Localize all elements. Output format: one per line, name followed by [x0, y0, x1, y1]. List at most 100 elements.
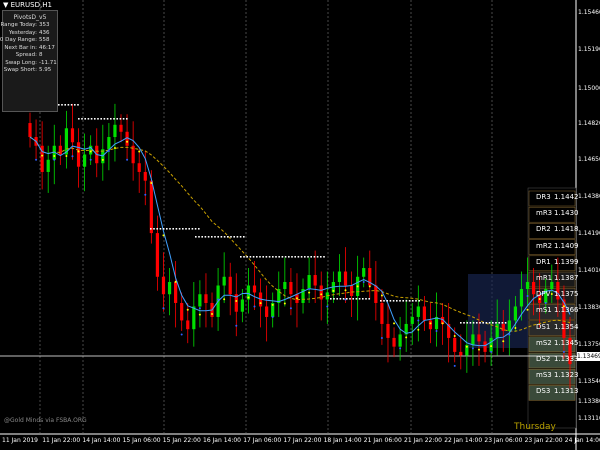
resistance-dot [392, 300, 395, 302]
resistance-dot [211, 236, 213, 238]
pivot-info-label: 30 Day Range: [0, 37, 37, 43]
time-axis-label: 16 Jan 14:00 [203, 437, 241, 444]
price-axis-label: 1.13110 [578, 415, 600, 422]
resistance-dot [383, 300, 385, 302]
pivot-level-label: mR3 [536, 209, 553, 218]
resistance-dot [119, 118, 122, 120]
pivot-level-label: mS3 [536, 371, 552, 380]
signal-dot [235, 300, 238, 303]
candle-body [192, 306, 196, 330]
resistance-dot [386, 300, 388, 302]
time-axis-label: 15 Jan 06:00 [122, 437, 161, 444]
pivot-info-value: 5.95 [39, 67, 52, 73]
pivot-level-value: 1.1366 [554, 306, 579, 315]
resistance-dot [405, 300, 408, 302]
resistance-dot [240, 256, 242, 258]
chart-window[interactable]: ▼ EURUSD,H1 PivotsD_v5 Range Today: 353 Ye… [0, 0, 600, 450]
pivot-info-label: Swap Long: [5, 59, 37, 66]
resistance-dot [492, 322, 494, 324]
support-dot [271, 315, 274, 318]
candle-body [228, 276, 232, 295]
pivot-level-mr2: mR2 1.1409 [528, 240, 579, 252]
signal-dot [417, 328, 420, 331]
support-dot [35, 158, 38, 161]
resistance-dot [482, 322, 484, 324]
resistance-dot [236, 236, 239, 238]
candle-body [174, 282, 178, 303]
pivot-level-value: 1.1442 [554, 193, 579, 201]
signal-dot [247, 296, 250, 299]
price-chart[interactable] [0, 0, 600, 450]
candle-body [70, 128, 75, 143]
resistance-dot [113, 118, 115, 120]
resistance-dot [330, 298, 332, 300]
price-axis-label: 1.15190 [578, 46, 600, 53]
resistance-dot [156, 228, 158, 230]
signal-dot [138, 150, 141, 153]
resistance-dot [323, 256, 325, 258]
pivot-level-value: 1.1333 [554, 355, 579, 363]
resistance-dot [217, 236, 219, 238]
resistance-dot [194, 228, 197, 230]
pivot-level-ds3: DS3 1.1313 [528, 385, 579, 397]
resistance-dot [67, 104, 70, 106]
resistance-dot [479, 322, 481, 324]
candle-body [374, 285, 378, 303]
pivot-level-value: 1.1354 [554, 322, 579, 331]
pivot-level-label: mR1 [536, 274, 553, 282]
time-axis-label: 23 Jan 06:00 [484, 437, 523, 444]
resistance-dot [198, 228, 200, 230]
time-axis-label: 24 Jan 14:00 [564, 437, 600, 444]
pivot-info-label: Swap Short: [3, 67, 37, 73]
support-dot [417, 319, 420, 322]
pivot-level-value: 1.1313 [554, 387, 579, 396]
support-dot [162, 307, 165, 310]
candle-body [252, 285, 257, 293]
signal-dot [320, 293, 323, 296]
resistance-dot [70, 104, 73, 106]
resistance-dot [207, 236, 210, 238]
signal-dot [77, 150, 80, 153]
candle-body [380, 302, 384, 324]
resistance-dot [488, 322, 491, 324]
resistance-dot [81, 118, 83, 120]
time-axis-label: 17 Jan 06:00 [243, 437, 282, 444]
resistance-dot [368, 298, 370, 300]
pivot-level-value: 1.1375 [554, 290, 579, 299]
support-dot [144, 193, 147, 196]
signal-dot [441, 322, 444, 325]
candle-body [422, 306, 426, 321]
price-axis-label: 1.15000 [578, 85, 600, 92]
resistance-dot [64, 104, 66, 106]
price-axis-label: 1.15460 [578, 9, 600, 16]
pivot-level-ms1: mS1 1.1366 [528, 304, 579, 316]
day-name-label: Thursday [514, 422, 556, 432]
resistance-dot [501, 322, 504, 324]
price-axis-label: 1.14820 [578, 120, 600, 127]
resistance-dot [61, 104, 63, 106]
pivot-level-label: mS1 [536, 306, 552, 315]
resistance-dot [310, 256, 312, 258]
pivot-level-value: 1.1418 [554, 225, 579, 234]
signal-dot [101, 158, 104, 161]
pivot-info-label: Range Today: [0, 22, 37, 28]
pivot-level-value: 1.1387 [554, 274, 579, 282]
resistance-dot [103, 118, 106, 120]
resistance-dot [284, 256, 287, 258]
support-dot [453, 364, 456, 367]
resistance-dot [307, 256, 309, 258]
pivot-level-value: 1.1323 [554, 371, 579, 380]
resistance-dot [166, 228, 168, 230]
candle-body [453, 337, 457, 352]
resistance-dot [87, 118, 90, 120]
signal-dot [514, 326, 517, 329]
support-dot [107, 150, 110, 153]
signal-dot [429, 322, 432, 325]
signal-dot [308, 291, 311, 294]
resistance-dot [504, 322, 507, 324]
pivot-info-value: 558 [39, 37, 50, 43]
resistance-dot [352, 298, 354, 300]
pivot-level-label: DS2 [536, 355, 551, 363]
pivot-level-label: DS1 [536, 322, 551, 331]
resistance-dot [126, 118, 128, 120]
